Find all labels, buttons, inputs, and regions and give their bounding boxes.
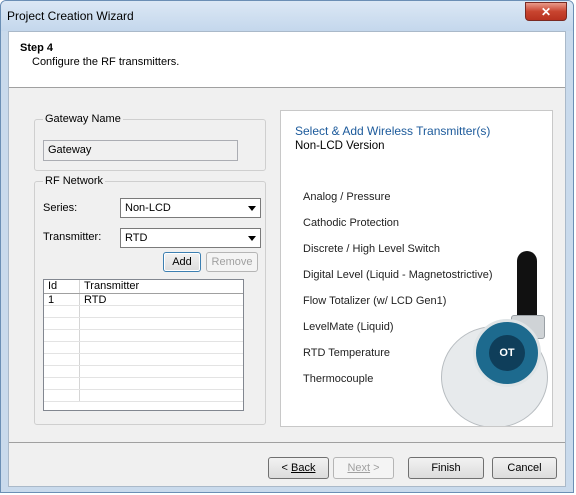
transmitter-type-item: Analog / Pressure xyxy=(303,191,391,203)
transmitter-select[interactable]: RTD xyxy=(120,228,261,248)
wizard-window: Project Creation Wizard ✕ Step 4 Configu… xyxy=(0,0,574,493)
empty-row xyxy=(44,330,243,342)
empty-row xyxy=(44,366,243,378)
table-row[interactable]: 1 RTD xyxy=(44,294,243,306)
remove-button[interactable]: Remove xyxy=(206,252,258,272)
close-icon: ✕ xyxy=(540,5,552,19)
next-button-label: Next xyxy=(347,462,371,474)
back-button-prefix: < xyxy=(281,462,291,474)
gateway-name-field[interactable]: Gateway xyxy=(43,140,238,161)
row-transmitter-cell: RTD xyxy=(84,294,107,306)
finish-button-label: Finish xyxy=(431,462,461,474)
title-bar[interactable]: Project Creation Wizard ✕ xyxy=(1,1,573,31)
step-description: Configure the RF transmitters. xyxy=(32,56,180,68)
device-logo: OT xyxy=(489,335,525,371)
back-button[interactable]: < Back xyxy=(268,457,329,479)
chevron-down-icon xyxy=(248,236,256,241)
empty-row xyxy=(44,354,243,366)
empty-row xyxy=(44,378,243,390)
wizard-client-area: Step 4 Configure the RF transmitters. Ga… xyxy=(8,31,566,487)
column-header-transmitter[interactable]: Transmitter xyxy=(80,280,243,293)
footer-divider xyxy=(9,442,565,443)
logo-badge: OT xyxy=(473,319,541,387)
series-label: Series: xyxy=(43,202,78,214)
panel-title: Select & Add Wireless Transmitter(s) xyxy=(295,124,491,138)
rf-network-legend: RF Network xyxy=(43,175,106,187)
transmitter-type-item: Digital Level (Liquid - Magnetostrictive… xyxy=(303,269,493,281)
transmitter-info-panel: Select & Add Wireless Transmitter(s) Non… xyxy=(280,110,553,427)
column-header-id[interactable]: Id xyxy=(44,280,80,293)
close-button[interactable]: ✕ xyxy=(525,2,567,21)
empty-row xyxy=(44,306,243,318)
rf-network-group: RF Network Series: Non-LCD Transmitter: … xyxy=(34,175,266,425)
antenna-shape xyxy=(517,251,537,321)
chevron-down-icon xyxy=(248,206,256,211)
empty-row xyxy=(44,318,243,330)
gateway-name-group: Gateway Name Gateway xyxy=(34,113,266,171)
grid-header-row: Id Transmitter xyxy=(44,280,243,294)
row-id-cell: 1 xyxy=(44,294,80,306)
transmitter-type-item: Flow Totalizer (w/ LCD Gen1) xyxy=(303,295,447,307)
remove-button-label: Remove xyxy=(211,256,253,268)
transmitter-type-item: Thermocouple xyxy=(303,373,374,385)
back-button-label: Back xyxy=(291,462,316,474)
transmitter-type-item: LevelMate (Liquid) xyxy=(303,321,394,333)
transmitter-label: Transmitter: xyxy=(43,231,102,243)
empty-row xyxy=(44,342,243,354)
transmitter-type-item: Cathodic Protection xyxy=(303,217,399,229)
transmitter-grid[interactable]: Id Transmitter 1 RTD xyxy=(43,279,244,411)
transmitter-select-value: RTD xyxy=(125,232,148,244)
window-title: Project Creation Wizard xyxy=(7,9,134,23)
empty-row xyxy=(44,390,243,402)
add-button[interactable]: Add xyxy=(163,252,201,272)
series-select-value: Non-LCD xyxy=(125,202,171,214)
wizard-header: Step 4 Configure the RF transmitters. xyxy=(9,32,565,88)
panel-subtitle: Non-LCD Version xyxy=(295,140,385,152)
cancel-button[interactable]: Cancel xyxy=(492,457,557,479)
next-button[interactable]: Next > xyxy=(333,457,394,479)
next-button-suffix: > xyxy=(370,462,380,474)
add-button-label: Add xyxy=(172,256,192,268)
cancel-button-label: Cancel xyxy=(507,462,542,474)
transmitter-type-item: RTD Temperature xyxy=(303,347,391,359)
series-select[interactable]: Non-LCD xyxy=(120,198,261,218)
gateway-name-legend: Gateway Name xyxy=(43,113,123,125)
transmitter-type-item: Discrete / High Level Switch xyxy=(303,243,440,255)
finish-button[interactable]: Finish xyxy=(408,457,484,479)
step-title: Step 4 xyxy=(20,42,54,54)
